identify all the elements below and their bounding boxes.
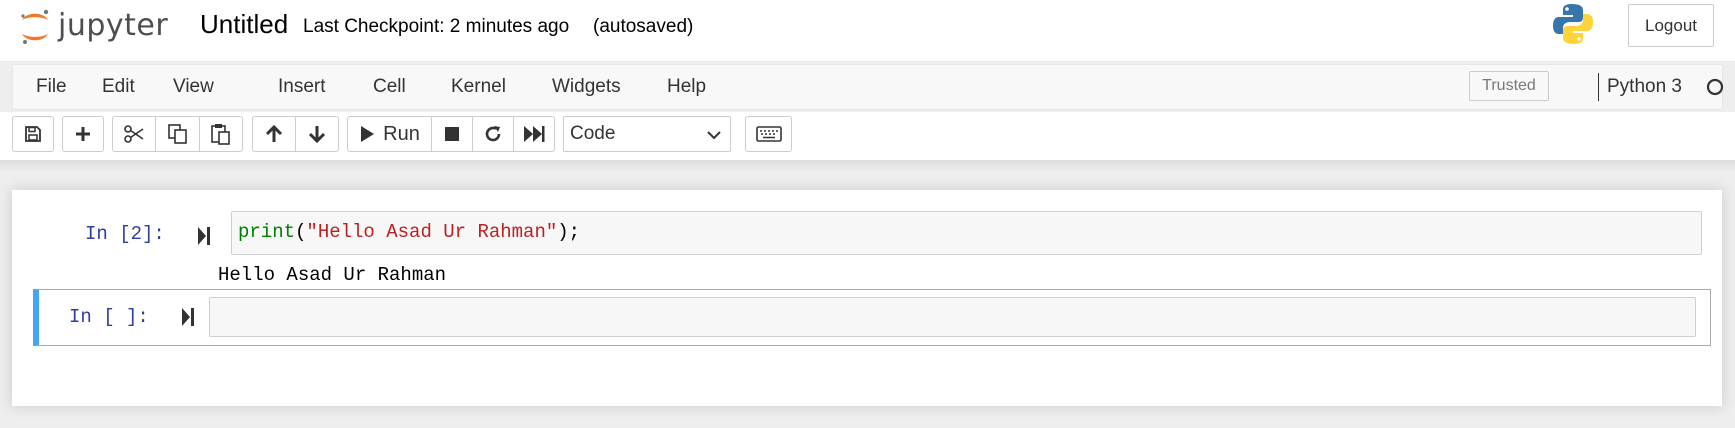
kernel-idle-circle-icon [1706,78,1724,96]
arrow-up-icon [265,124,283,142]
stop-icon [445,127,459,141]
code-string: "Hello Asad Ur Rahman" [306,221,558,243]
code-line: print("Hello Asad Ur Rahman"); [238,221,580,243]
menu-insert[interactable]: Insert [278,65,326,109]
menu-widgets[interactable]: Widgets [552,65,621,109]
notebook-title[interactable]: Untitled [200,8,288,40]
run-label: Run [383,122,420,145]
cut-icon [124,125,144,143]
interrupt-button[interactable] [431,116,473,152]
menubar: File Edit View Insert Cell Kernel Widget… [12,64,1724,110]
logo-text: jupyter [58,8,169,43]
python-logo-icon [1553,4,1593,44]
save-icon [25,126,41,142]
input-prompt: In [2]: [85,223,165,245]
menu-help[interactable]: Help [667,65,706,109]
code-paren-close: ); [557,221,581,243]
code-paren-open: ( [295,221,307,243]
restart-run-all-button[interactable] [513,116,555,152]
autosave-status: (autosaved) [593,16,694,37]
cut-button[interactable] [112,116,156,152]
code-input-area[interactable]: print("Hello Asad Ur Rahman"); [231,211,1702,255]
cell-output: Hello Asad Ur Rahman [218,264,447,286]
paste-icon [211,124,230,145]
plus-icon [76,127,90,141]
run-cell-icon[interactable] [197,226,211,246]
run-icon [361,126,375,142]
code-input-area[interactable] [209,297,1696,337]
kernel-name[interactable]: Python 3 [1607,65,1682,109]
run-button[interactable]: Run [347,116,432,152]
restart-icon [485,126,501,142]
kernel-separator [1598,73,1599,101]
jupyter-arc-icon [21,9,49,44]
save-button[interactable] [12,116,54,152]
input-prompt: In [ ]: [69,306,149,328]
menu-kernel[interactable]: Kernel [451,65,506,109]
move-up-button[interactable] [252,116,296,152]
menu-edit[interactable]: Edit [102,65,135,109]
paste-button[interactable] [199,116,243,152]
logout-button[interactable]: Logout [1628,4,1714,47]
keyboard-icon [755,126,782,142]
menu-view[interactable]: View [173,65,214,109]
command-palette-button[interactable] [745,116,792,152]
jupyter-logo[interactable]: jupyter [18,4,178,48]
code-builtin: print [238,221,296,243]
code-cell-selected[interactable]: In [ ]: [33,289,1711,346]
run-cell-icon[interactable] [181,307,195,327]
restart-button[interactable] [472,116,514,152]
trusted-indicator[interactable]: Trusted [1469,71,1549,101]
insert-cell-button[interactable] [62,116,104,152]
cell-type-select[interactable]: Code [563,116,731,152]
move-down-button[interactable] [295,116,339,152]
arrow-down-icon [308,126,326,144]
checkpoint-status: Last Checkpoint: 2 minutes ago [303,16,570,37]
copy-button[interactable] [155,116,200,152]
chevron-down-icon [707,131,721,140]
notebook-container: In [2]: print("Hello Asad Ur Rahman"); H… [12,190,1722,406]
menu-file[interactable]: File [36,65,67,109]
menu-cell[interactable]: Cell [373,65,406,109]
toolbar-shadow [0,160,1735,172]
header: jupyter Untitled Last Checkpoint: 2 minu… [0,0,1735,62]
code-cell[interactable]: In [2]: print("Hello Asad Ur Rahman"); H… [33,204,1711,294]
toolbar: Run Code [0,112,1735,160]
cell-type-value: Code [570,123,616,144]
copy-icon [167,124,187,144]
fast-forward-icon [524,126,545,142]
